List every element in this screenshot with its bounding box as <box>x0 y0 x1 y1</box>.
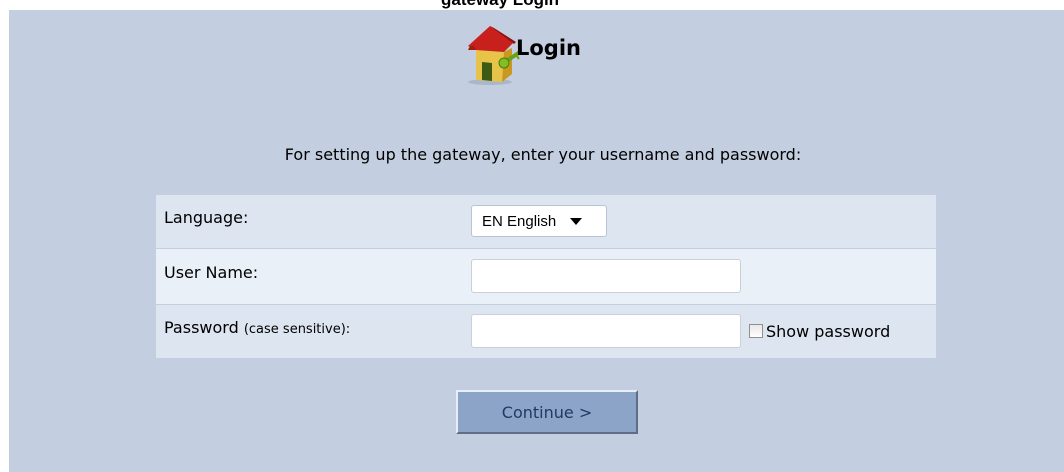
password-label: Password <box>164 318 239 338</box>
cropped-page-title: gateway Login <box>441 0 559 10</box>
chevron-down-icon <box>570 217 583 225</box>
language-selected-value: EN English <box>482 212 557 230</box>
language-label: Language: <box>164 208 249 228</box>
show-password-checkbox[interactable] <box>749 324 763 339</box>
username-label: User Name: <box>164 263 259 282</box>
show-password-label[interactable]: Show password <box>766 322 890 341</box>
password-field[interactable] <box>471 314 741 349</box>
language-select[interactable]: EN English <box>471 205 607 238</box>
language-row: Language: EN English <box>156 195 936 248</box>
username-field[interactable] <box>471 259 741 293</box>
username-row: User Name: <box>156 248 936 304</box>
login-header: Login <box>460 22 581 86</box>
continue-button[interactable]: Continue > <box>456 390 638 434</box>
password-field-group: Show password <box>471 314 935 349</box>
login-form: Language: EN English User Name: Password… <box>156 195 936 358</box>
password-row: Password (case sensitive): Show password <box>156 304 936 358</box>
password-label-cell: Password (case sensitive): <box>156 304 471 358</box>
instructions-text: For setting up the gateway, enter your u… <box>284 145 802 164</box>
page-title: Login <box>516 36 581 60</box>
top-strip: gateway Login <box>0 0 1064 10</box>
password-case-note: (case sensitive): <box>243 322 351 338</box>
